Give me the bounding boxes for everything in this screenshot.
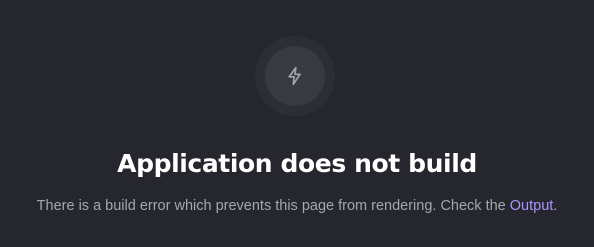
error-message-end: . [553,198,558,214]
lightning-bolt-icon [288,66,301,86]
error-icon-badge [255,36,335,116]
output-link[interactable]: Output [510,198,554,214]
build-error-panel: Application does not build There is a bu… [0,0,594,247]
error-title: Application does not build [117,149,477,178]
error-icon-inner [265,46,325,106]
error-message: There is a build error which prevents th… [0,196,594,216]
error-message-text: There is a build error which prevents th… [36,198,510,214]
